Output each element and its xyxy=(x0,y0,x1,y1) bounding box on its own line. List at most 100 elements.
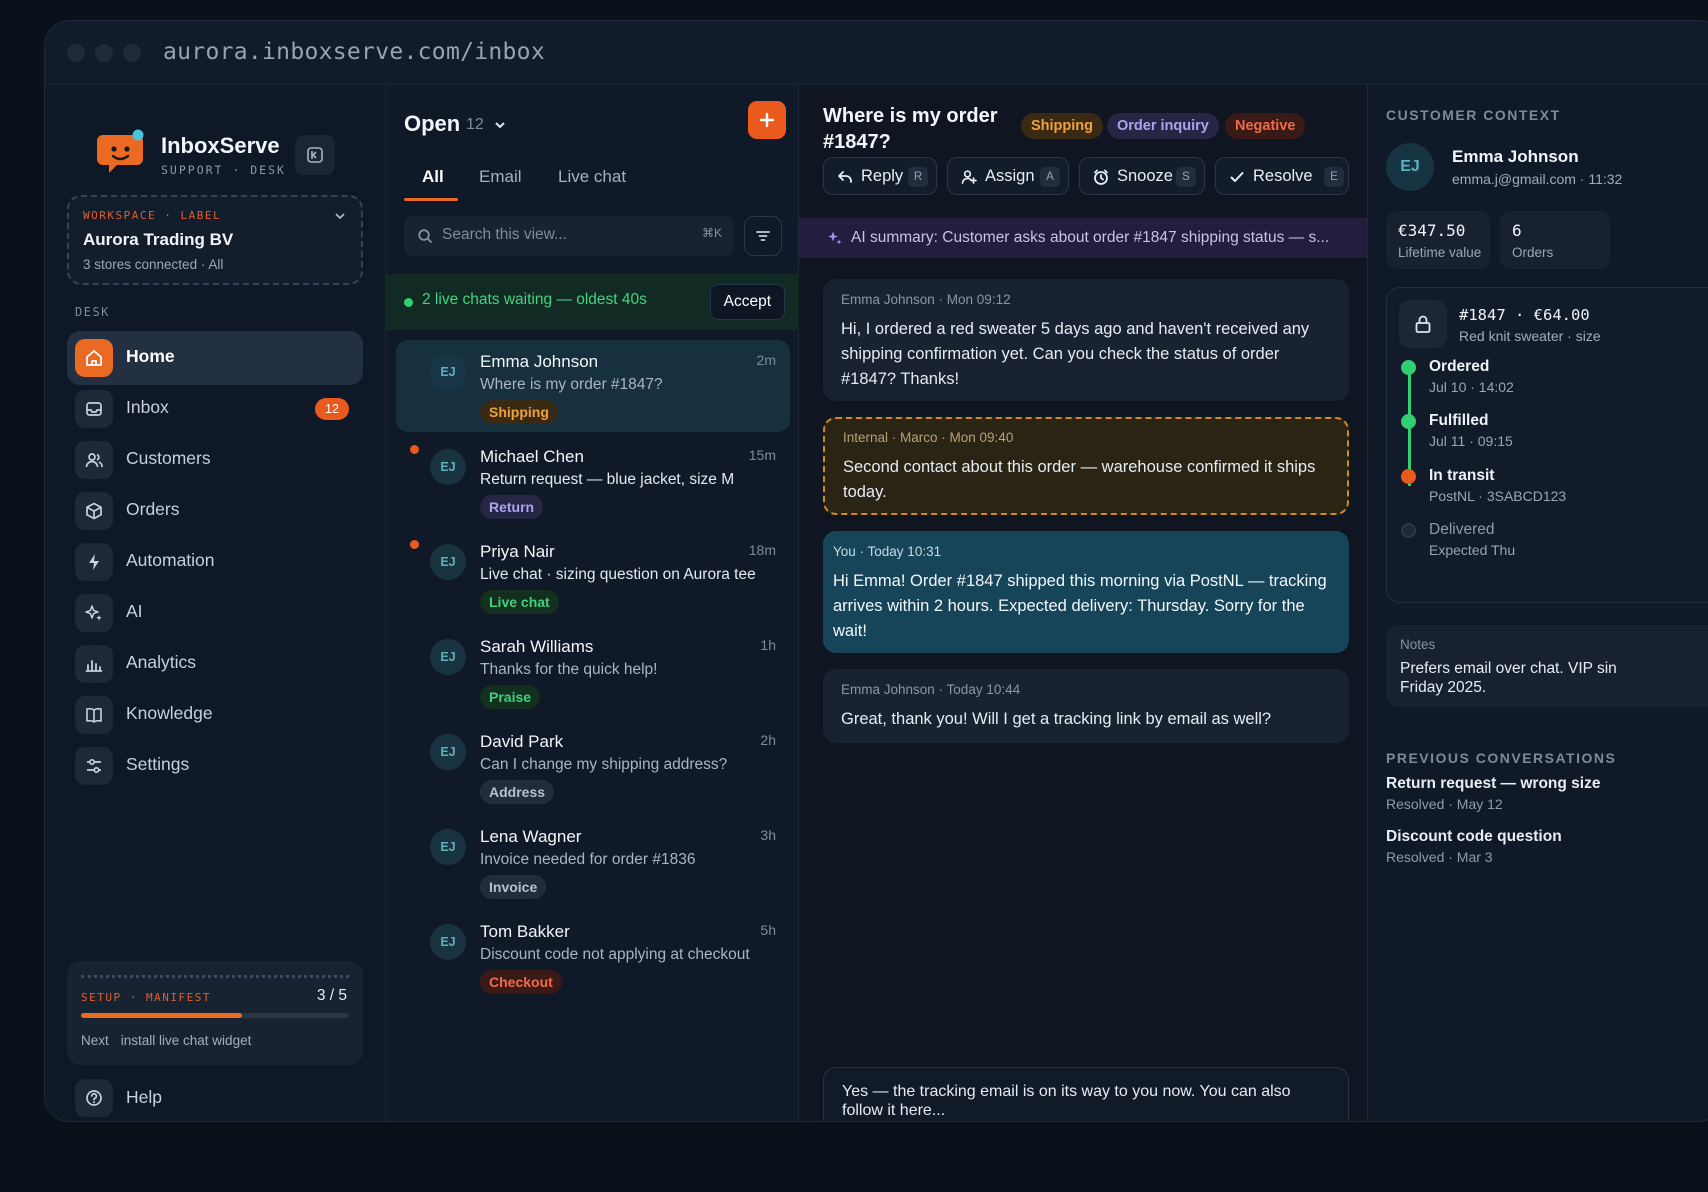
composer-draft[interactable]: Yes — the tracking email is on its way t… xyxy=(842,1082,1332,1120)
collapse-icon xyxy=(307,147,323,163)
sidebar-item-inbox[interactable]: Inbox 12 xyxy=(67,382,363,436)
sidebar-item-automation[interactable]: Automation xyxy=(67,535,363,589)
conversation-subject: Where is my order #1847? xyxy=(823,105,998,153)
chevron-down-icon[interactable] xyxy=(492,117,508,133)
tab-live-chat[interactable]: Live chat xyxy=(558,167,626,187)
tab-all[interactable]: All xyxy=(422,167,444,187)
conversation-item[interactable]: EJ Priya Nair 18m Live chat · sizing questi… xyxy=(396,530,790,622)
filter-button[interactable] xyxy=(744,216,782,256)
avatar: EJ xyxy=(430,924,466,960)
sidebar-item-knowledge[interactable]: Knowledge xyxy=(67,688,363,742)
message-meta: Emma Johnson · Mon 09:12 xyxy=(841,292,1011,307)
resolve-button[interactable]: Resolve E xyxy=(1215,157,1349,195)
setup-progress-bar xyxy=(81,1013,349,1018)
conversation-item[interactable]: EJ Michael Chen 15m Return request — blue j… xyxy=(396,435,790,527)
timeline-title: Ordered xyxy=(1429,358,1490,375)
app-window: aurora.inboxserve.com/inbox InboxServe S… xyxy=(44,20,1708,1122)
sparkle-icon xyxy=(828,231,842,245)
conversation-item[interactable]: EJ Sarah Williams 1h Thanks for the quick h… xyxy=(396,625,790,717)
previous-conversation-status: Resolved · Mar 3 xyxy=(1386,849,1493,865)
previous-conversation-status: Resolved · May 12 xyxy=(1386,796,1503,812)
conversation-preview: Thanks for the quick help! xyxy=(480,661,658,678)
window-close-button[interactable] xyxy=(67,44,85,62)
timeline-dot-current xyxy=(1401,469,1416,484)
conversation-item[interactable]: EJ David Park 2h Can I change my shipping a… xyxy=(396,720,790,812)
tag-pill-shipping[interactable]: Shipping xyxy=(1021,113,1104,139)
sidebar-item-label: Customers xyxy=(126,448,211,468)
live-chat-banner-text: 2 live chats waiting — oldest 40s xyxy=(422,291,647,308)
book-icon xyxy=(75,696,113,734)
message-agent: You · Today 10:31 Hi Emma! Order #1847 s… xyxy=(823,531,1349,653)
active-tab-indicator xyxy=(404,198,458,201)
address-bar[interactable]: aurora.inboxserve.com/inbox xyxy=(163,39,545,65)
sparkle-icon xyxy=(75,594,113,632)
setup-next-label: Next xyxy=(81,1033,109,1048)
search-shortcut: ⌘K xyxy=(701,226,722,240)
stat-orders: 6 Orders xyxy=(1500,211,1610,269)
previous-conversation-title[interactable]: Return request — wrong size xyxy=(1386,775,1600,793)
setup-progress-card[interactable]: SETUP · MANIFEST 3 / 5 Next install live … xyxy=(67,961,363,1065)
reply-composer[interactable]: Yes — the tracking email is on its way t… xyxy=(823,1067,1349,1121)
tag-pill-negative[interactable]: Negative xyxy=(1225,113,1306,139)
conversation-item[interactable]: EJ Tom Bakker 5h Discount code not applying… xyxy=(396,910,790,1002)
conversation-item[interactable]: EJ Emma Johnson 2m Where is my order #1847?… xyxy=(396,340,790,432)
conversation-item[interactable]: EJ Lena Wagner 3h Invoice needed for order … xyxy=(396,815,790,907)
sidebar-item-label: Orders xyxy=(126,499,180,519)
sidebar-item-label: Analytics xyxy=(126,652,197,672)
filter-icon xyxy=(756,231,770,241)
snooze-label: Snooze xyxy=(1117,167,1173,185)
workspace-meta: 3 stores connected · All xyxy=(83,257,224,272)
timeline-title: Fulfilled xyxy=(1429,412,1489,429)
workspace-switcher[interactable]: WORKSPACE · LABEL Aurora Trading BV 3 st… xyxy=(67,195,363,285)
conversation-preview: Can I change my shipping address? xyxy=(480,756,728,773)
sidebar-item-orders[interactable]: Orders xyxy=(67,484,363,538)
brand-logo-icon xyxy=(97,129,144,173)
order-card[interactable]: #1847 · €64.00 Red knit sweater · size O… xyxy=(1386,287,1708,603)
sidebar-item-customers[interactable]: Customers xyxy=(67,433,363,487)
message-body: Great, thank you! Will I get a tracking … xyxy=(841,710,1272,728)
avatar: EJ xyxy=(430,734,466,770)
sidebar-item-home[interactable]: Home xyxy=(67,331,363,385)
timeline-sub: Expected Thu xyxy=(1429,542,1516,558)
check-icon xyxy=(1230,172,1244,182)
customer-context-label: CUSTOMER CONTEXT xyxy=(1386,107,1561,123)
reply-shortcut: R xyxy=(908,167,928,187)
reply-icon xyxy=(838,171,852,183)
conversation-time: 2m xyxy=(756,352,776,368)
customer-name[interactable]: Emma Johnson xyxy=(1452,147,1579,167)
lock-icon xyxy=(1399,300,1447,348)
live-indicator-dot xyxy=(404,298,413,307)
timeline-sub: Jul 11 · 09:15 xyxy=(1429,433,1513,449)
new-conversation-button[interactable] xyxy=(748,101,786,139)
sidebar-item-analytics[interactable]: Analytics xyxy=(67,637,363,691)
window-maximize-button[interactable] xyxy=(123,44,141,62)
conversation-name: Tom Bakker xyxy=(480,922,570,941)
snooze-button[interactable]: Snooze S xyxy=(1079,157,1205,195)
help-icon xyxy=(75,1079,113,1117)
avatar: EJ xyxy=(430,449,466,485)
window-minimize-button[interactable] xyxy=(95,44,113,62)
timeline-title: In transit xyxy=(1429,467,1495,484)
notes-text: Prefers email over chat. VIP sin Friday 2… xyxy=(1400,659,1708,697)
stat-label: Lifetime value xyxy=(1398,245,1482,260)
order-description: Red knit sweater · size xyxy=(1459,328,1601,344)
sidebar-item-help[interactable]: Help xyxy=(67,1075,363,1121)
setup-count: 3 / 5 xyxy=(316,987,347,1004)
stat-value: 6 xyxy=(1512,221,1522,240)
search-input[interactable]: Search this view... ⌘K xyxy=(404,216,734,256)
view-title[interactable]: Open xyxy=(404,111,460,137)
sidebar-item-settings[interactable]: Settings xyxy=(67,739,363,793)
conversation-name: Emma Johnson xyxy=(480,352,599,371)
ai-summary-bar[interactable]: AI summary: Customer asks about order #1… xyxy=(799,218,1367,258)
reply-button[interactable]: Reply R xyxy=(823,157,937,195)
assign-button[interactable]: Assign A xyxy=(947,157,1069,195)
sidebar-item-ai[interactable]: AI xyxy=(67,586,363,640)
tag-pill-order-inquiry[interactable]: Order inquiry xyxy=(1107,113,1219,139)
accept-live-chat-button[interactable]: Accept xyxy=(709,284,785,320)
collapse-sidebar-button[interactable] xyxy=(295,135,335,175)
chevron-down-icon xyxy=(335,213,345,220)
customer-notes[interactable]: Notes Prefers email over chat. VIP sin Fr… xyxy=(1386,625,1708,707)
tab-email[interactable]: Email xyxy=(479,167,522,187)
brand-name: InboxServe xyxy=(161,133,280,158)
previous-conversation-title[interactable]: Discount code question xyxy=(1386,828,1562,846)
